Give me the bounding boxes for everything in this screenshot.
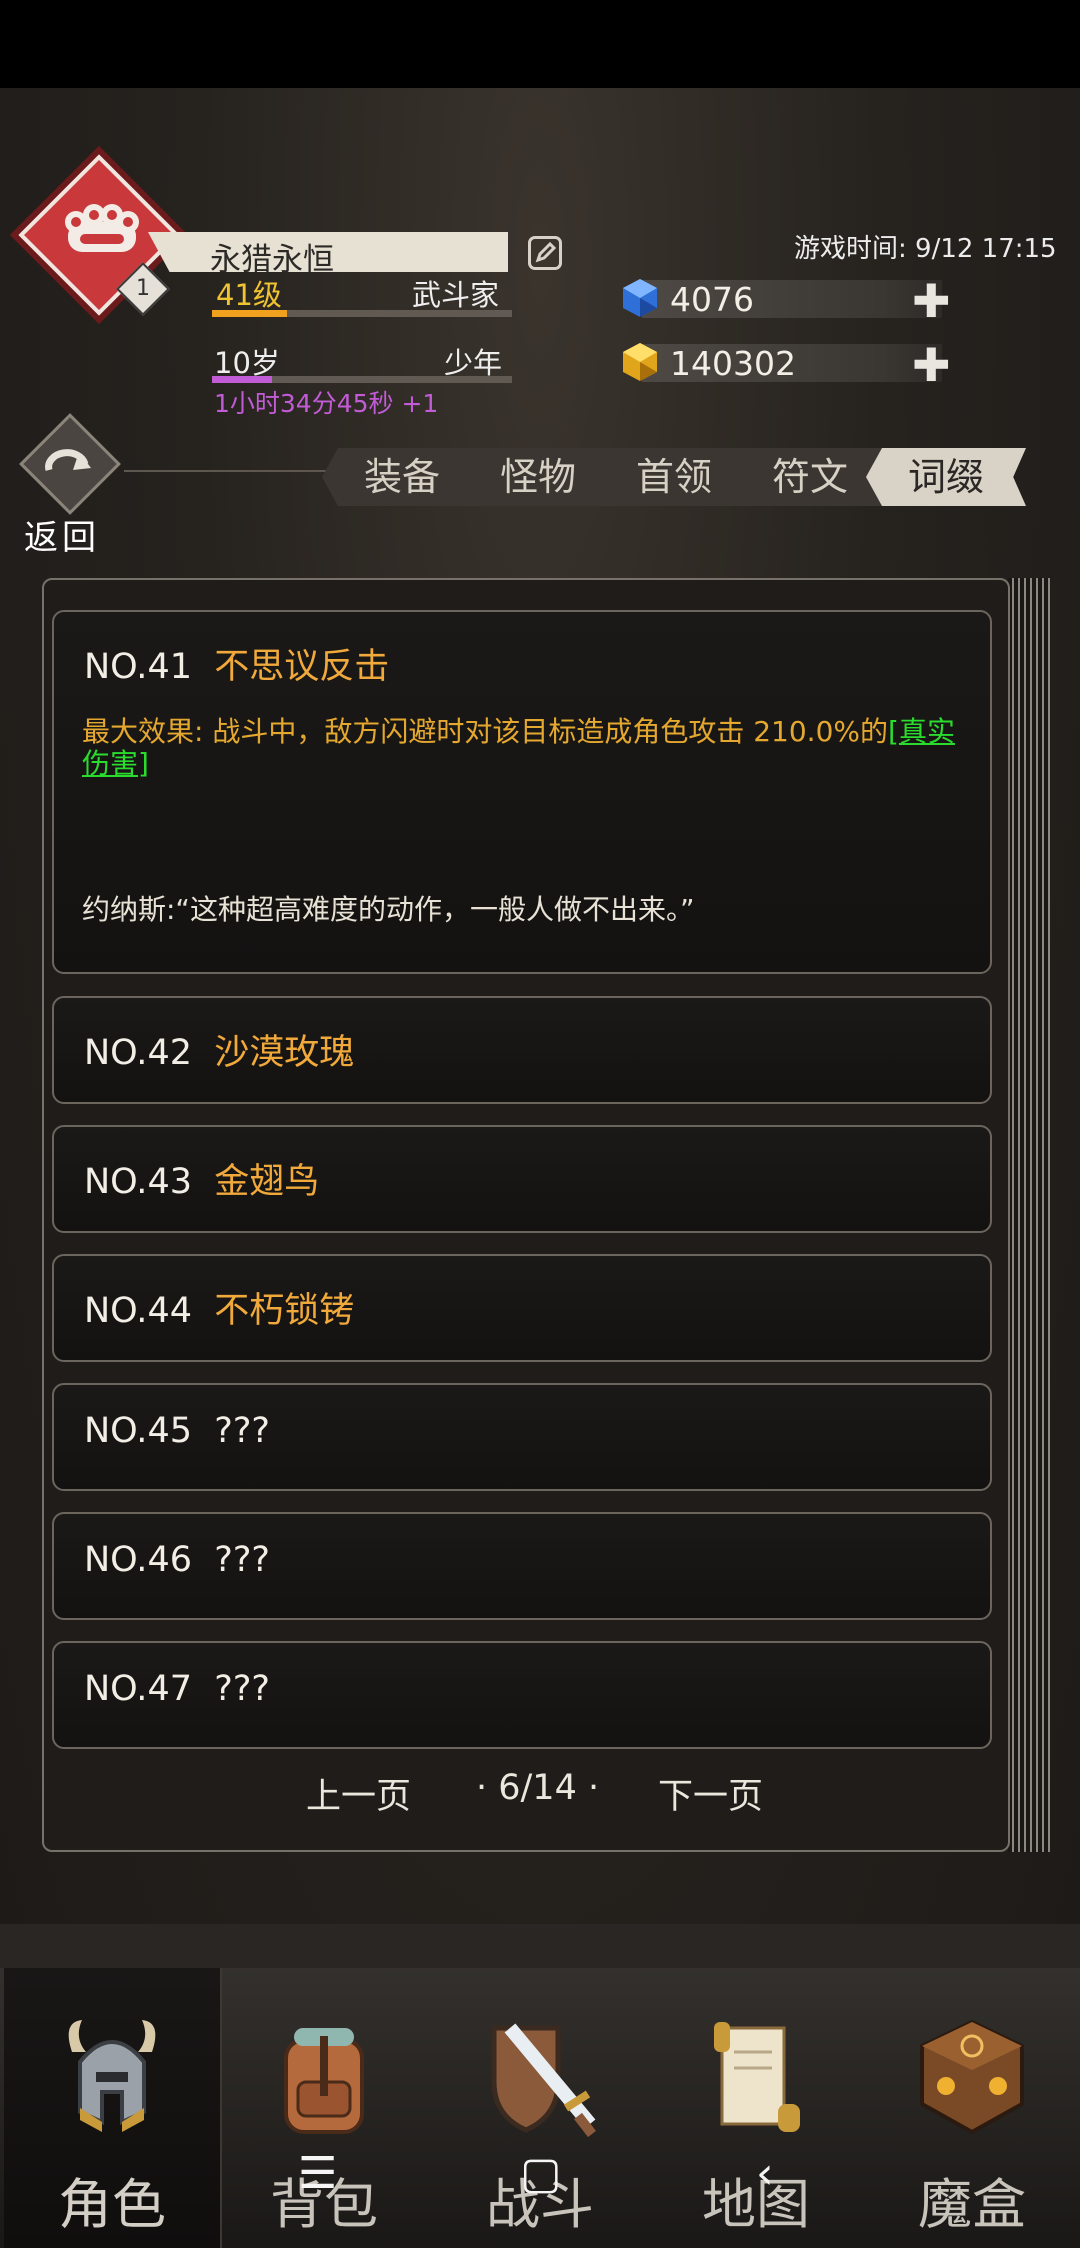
page-indicator: · 6/14 · xyxy=(476,1768,600,1808)
gold-resource: 140302 ✚ xyxy=(618,338,951,392)
gem-resource: 4076 ✚ xyxy=(618,274,951,328)
scroll-icon xyxy=(714,2022,800,2132)
list-item-expanded[interactable]: NO.41 不思议反击 最大效果: 战斗中，敌方闪避时对该目标造成角色攻击 21… xyxy=(52,610,992,974)
pencil-icon xyxy=(535,241,557,263)
effect-bracket-close: ] xyxy=(138,747,149,780)
add-gold-button[interactable]: ✚ xyxy=(912,338,951,392)
blue-gem-icon xyxy=(623,279,657,317)
player-class: 武斗家 xyxy=(412,278,500,312)
entry-effect: 最大效果: 战斗中，敌方闪避时对该目标造成角色攻击 210.0%的[真实伤害] xyxy=(82,716,972,780)
player-name-plate: 永猎永恒 xyxy=(148,232,508,272)
entry-number: NO.43 xyxy=(84,1162,192,1202)
prev-page-button[interactable]: 上一页 xyxy=(306,1768,411,1819)
entry-heading: NO.46 ??? xyxy=(84,1540,270,1580)
list-item[interactable]: NO.42 沙漠玫瑰 xyxy=(52,996,992,1104)
gold-count: 140302 xyxy=(670,344,796,383)
entry-heading: NO.42 沙漠玫瑰 xyxy=(84,1024,354,1075)
book-pages-edge xyxy=(1008,578,1050,1852)
entry-heading: NO.41 不思议反击 xyxy=(84,638,389,689)
age-progress-bar xyxy=(212,376,512,383)
entry-heading: NO.45 ??? xyxy=(84,1411,270,1451)
nav-map[interactable]: 地图 xyxy=(648,1968,864,2248)
next-page-button[interactable]: 下一页 xyxy=(658,1768,763,1819)
tab-affixes[interactable]: 词缀 xyxy=(866,448,1026,506)
age-timer: 1小时34分45秒 +1 xyxy=(214,389,439,418)
entry-number: NO.41 xyxy=(84,647,192,687)
entry-title: 金翅鸟 xyxy=(214,1162,320,1202)
back-button[interactable]: 返回 xyxy=(12,413,122,558)
gem-count: 4076 xyxy=(670,280,754,319)
effect-bracket-open: [ xyxy=(888,715,899,748)
entry-title: ??? xyxy=(214,1411,270,1451)
bottom-nav: 角色 背包 战斗 地图 魔盒 xyxy=(0,1968,1080,2248)
player-level: 41级 xyxy=(216,278,282,312)
system-back-button[interactable]: ‹ xyxy=(756,2148,774,2199)
nav-magic-box-label: 魔盒 xyxy=(918,2173,1026,2236)
entry-heading: NO.43 金翅鸟 xyxy=(84,1153,319,1204)
back-label: 返回 xyxy=(24,518,100,558)
entry-title: 不思议反击 xyxy=(214,647,390,687)
entry-title: 沙漠玫瑰 xyxy=(214,1033,355,1073)
list-item[interactable]: NO.46 ??? xyxy=(52,1512,992,1620)
entry-number: NO.45 xyxy=(84,1411,192,1451)
nav-character-label: 角色 xyxy=(58,2173,166,2236)
list-item[interactable]: NO.43 金翅鸟 xyxy=(52,1125,992,1233)
entry-quote: 约纳斯:“这种超高难度的动作，一般人做不出来。” xyxy=(82,893,695,926)
backpack-icon xyxy=(284,2028,364,2134)
entry-title: 不朽锁铐 xyxy=(214,1291,355,1331)
helmet-icon xyxy=(68,2020,156,2132)
system-menu-button[interactable]: ☰ xyxy=(298,2148,337,2199)
refresh-arrow-icon xyxy=(45,449,91,471)
list-item[interactable]: NO.44 不朽锁铐 xyxy=(52,1254,992,1362)
list-item[interactable]: NO.47 ??? xyxy=(52,1641,992,1749)
entry-title: ??? xyxy=(214,1540,270,1580)
magic-box-icon xyxy=(920,2019,1024,2135)
nav-battle[interactable]: 战斗 xyxy=(432,1968,648,2248)
entry-number: NO.44 xyxy=(84,1291,192,1331)
entry-heading: NO.47 ??? xyxy=(84,1669,270,1709)
add-gems-button[interactable]: ✚ xyxy=(912,274,951,328)
effect-text: 最大效果: 战斗中，敌方闪避时对该目标造成角色攻击 210.0%的 xyxy=(82,715,889,748)
nav-character[interactable]: 角色 xyxy=(4,1968,222,2248)
entry-number: NO.46 xyxy=(84,1540,192,1580)
nav-backpack[interactable]: 背包 xyxy=(216,1968,432,2248)
level-progress-fill xyxy=(212,310,287,317)
affix-list-panel: NO.41 不思议反击 最大效果: 战斗中，敌方闪避时对该目标造成角色攻击 21… xyxy=(42,578,1010,1852)
entry-heading: NO.44 不朽锁铐 xyxy=(84,1282,354,1333)
gold-gem-icon xyxy=(623,343,657,381)
pagination: 上一页 · 6/14 · 下一页 xyxy=(44,1768,1012,1818)
list-item[interactable]: NO.45 ??? xyxy=(52,1383,992,1491)
nav-divider xyxy=(0,1924,1080,1968)
edit-name-icon[interactable] xyxy=(528,236,562,270)
age-progress-fill xyxy=(212,376,272,383)
entry-title: ??? xyxy=(214,1669,270,1709)
header-divider xyxy=(124,470,334,472)
entry-number: NO.47 xyxy=(84,1669,192,1709)
level-progress-bar xyxy=(212,310,512,317)
game-time: 游戏时间: 9/12 17:15 xyxy=(794,234,1057,264)
entry-number: NO.42 xyxy=(84,1033,192,1073)
sword-shield-icon xyxy=(491,2023,596,2138)
system-home-button[interactable]: ▢ xyxy=(520,2148,562,2199)
nav-magic-box[interactable]: 魔盒 xyxy=(864,1968,1080,2248)
